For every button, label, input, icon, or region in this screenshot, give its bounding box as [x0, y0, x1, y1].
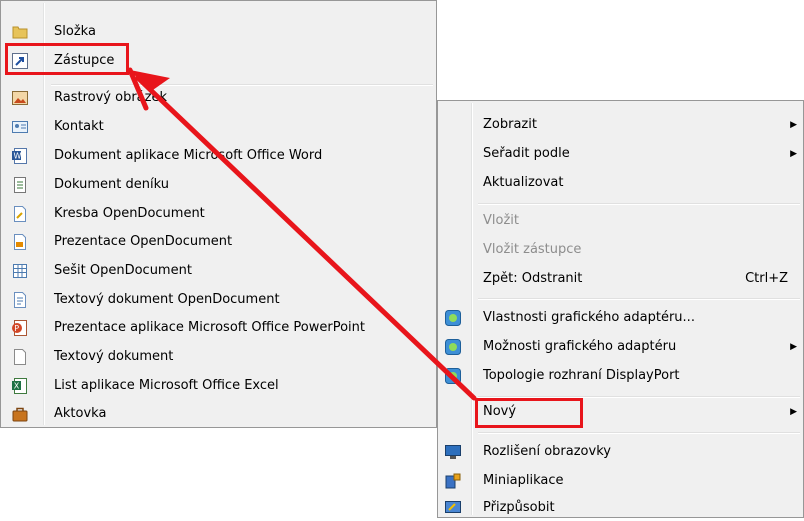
- annotation-arrow-line: [135, 75, 477, 401]
- annotation-arrow: [127, 67, 477, 401]
